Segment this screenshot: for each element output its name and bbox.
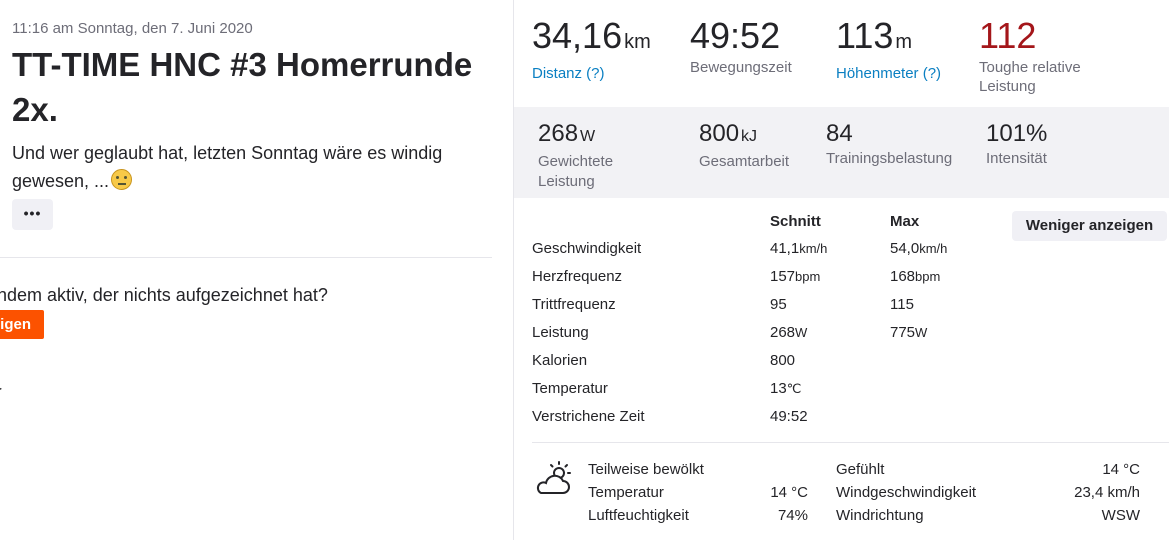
caret-icon: ▸ bbox=[0, 381, 2, 395]
stat-intensity-value: 101% bbox=[986, 120, 1048, 147]
row-max: 115 bbox=[890, 296, 914, 313]
stat-distance-label[interactable]: Distanz (?) bbox=[532, 64, 651, 83]
row-avg: 41,1km/h bbox=[770, 240, 827, 257]
row-avg-value: 268 bbox=[770, 324, 796, 341]
stat-relative-effort-label: Toughe relative Leistung bbox=[979, 59, 1081, 95]
weather-humidity-value: 74% bbox=[777, 507, 808, 524]
row-avg: 95 bbox=[770, 296, 787, 313]
row-max-value: 115 bbox=[890, 296, 914, 313]
table-row: Leistung 268W 775W bbox=[532, 324, 992, 344]
activity-description: Und wer geglaubt hat, letzten Sonntag wä… bbox=[12, 139, 492, 195]
weather-feels-label: Gefühlt bbox=[836, 461, 885, 478]
row-avg-value: 49:52 bbox=[770, 408, 808, 425]
weather-wind-speed-value: 23,4 km/h bbox=[1074, 484, 1140, 501]
row-name: Trittfrequenz bbox=[532, 296, 616, 313]
row-avg: 49:52 bbox=[770, 408, 808, 425]
table-row: Trittfrequenz 95 115 bbox=[532, 296, 992, 316]
row-avg-value: 95 bbox=[770, 296, 787, 313]
divider bbox=[0, 257, 492, 258]
stat-moving-time: 49:52 Bewegungszeit bbox=[690, 18, 792, 77]
partly-cloudy-icon bbox=[536, 461, 571, 494]
column-header-max: Max bbox=[890, 213, 920, 230]
row-max-value: 168 bbox=[890, 268, 916, 285]
activity-title: TT-TIME HNC #3 Homerrunde 2x. bbox=[12, 46, 473, 128]
stat-distance: 34,16 km Distanz (?) bbox=[532, 18, 651, 83]
activity-summary-panel: 11:16 am Sonntag, den 7. Juni 2020 TT-TI… bbox=[0, 0, 513, 540]
row-avg-unit: km/h bbox=[799, 241, 828, 256]
stat-training-load: 84 Trainingsbelastung bbox=[826, 121, 952, 169]
stat-relative-effort-value: 112 bbox=[979, 15, 1037, 56]
table-row: Herzfrequenz 157bpm 168bpm bbox=[532, 268, 992, 288]
weather-wind-speed-label: Windgeschwindigkeit bbox=[836, 484, 977, 501]
show-less-button[interactable]: Weniger anzeigen bbox=[1012, 211, 1167, 241]
stat-weighted-power-label: Gewichtete Leistung bbox=[538, 153, 614, 190]
stat-distance-value: 34,16 km bbox=[532, 15, 651, 56]
rolling-eyes-emoji-icon bbox=[111, 169, 133, 190]
row-max: 775W bbox=[890, 324, 927, 341]
table-row: Geschwindigkeit 41,1km/h 54,0km/h bbox=[532, 240, 992, 260]
weather-feels-value: 14 °C bbox=[1102, 461, 1140, 478]
row-avg-unit: W bbox=[795, 325, 808, 340]
row-max: 168bpm bbox=[890, 268, 940, 285]
more-options-button[interactable]: ••• bbox=[12, 199, 53, 230]
group-activity-question: andem aktiv, der nichts aufgezeichnet ha… bbox=[0, 285, 328, 305]
divider bbox=[532, 442, 1169, 443]
row-max-unit: km/h bbox=[919, 241, 948, 256]
row-avg-value: 41,1 bbox=[770, 240, 800, 257]
row-avg: 268W bbox=[770, 324, 807, 341]
stat-elevation-value: 113 m bbox=[836, 15, 913, 56]
stat-elevation: 113 m Höhenmeter (?) bbox=[836, 18, 941, 83]
description-text: Und wer geglaubt hat, letzten Sonntag wä… bbox=[12, 143, 443, 191]
row-max-unit: W bbox=[915, 325, 928, 340]
row-name: Temperatur bbox=[532, 380, 608, 397]
stat-total-work: 800 kJ Gesamtarbeit bbox=[699, 121, 789, 172]
table-row: Temperatur 13℃ bbox=[532, 380, 992, 400]
stat-elevation-label[interactable]: Höhenmeter (?) bbox=[836, 64, 941, 83]
stat-moving-time-label: Bewegungszeit bbox=[690, 59, 792, 76]
weather-humidity-label: Luftfeuchtigkeit bbox=[588, 507, 689, 524]
activity-datetime: 11:16 am Sonntag, den 7. Juni 2020 bbox=[12, 20, 253, 37]
row-avg-value: 13 bbox=[770, 380, 787, 397]
row-avg-unit: bpm bbox=[795, 269, 821, 284]
stat-relative-effort: 112 Toughe relative Leistung bbox=[979, 18, 1129, 96]
row-avg-value: 800 bbox=[770, 352, 796, 369]
row-name: Verstrichene Zeit bbox=[532, 408, 645, 425]
stat-weighted-power: 268 W Gewichtete Leistung bbox=[538, 121, 648, 192]
row-max-value: 54,0 bbox=[890, 240, 920, 257]
row-avg: 13℃ bbox=[770, 380, 801, 397]
row-avg-value: 157 bbox=[770, 268, 796, 285]
weather-temp-value: 14 °C bbox=[770, 484, 808, 501]
stat-training-load-label: Trainingsbelastung bbox=[826, 150, 953, 167]
secondary-stats-box: 268 W Gewichtete Leistung 800 kJ Gesamtarb… bbox=[514, 107, 1169, 198]
table-row: Kalorien 800 bbox=[532, 352, 992, 372]
row-avg: 157bpm bbox=[770, 268, 820, 285]
show-button[interactable]: igen bbox=[0, 310, 44, 339]
stat-training-load-value: 84 bbox=[826, 120, 853, 147]
stat-weighted-power-value: 268 W bbox=[538, 120, 596, 147]
row-avg-unit: ℃ bbox=[786, 381, 802, 396]
row-max-unit: bpm bbox=[915, 269, 941, 284]
row-max-value: 775 bbox=[890, 324, 916, 341]
weather-wind-dir-value: WSW bbox=[1101, 507, 1140, 524]
column-header-avg: Schnitt bbox=[770, 213, 821, 230]
row-avg: 800 bbox=[770, 352, 795, 369]
weather-temp-label: Temperatur bbox=[588, 484, 664, 501]
row-name: Geschwindigkeit bbox=[532, 240, 642, 257]
row-name: Herzfrequenz bbox=[532, 268, 623, 285]
activity-stats-panel: 34,16 km Distanz (?) 49:52 Bewegungszeit … bbox=[513, 0, 1169, 540]
row-max: 54,0km/h bbox=[890, 240, 947, 257]
weather-condition: Teilweise bewölkt bbox=[588, 461, 704, 478]
stat-intensity-label: Intensität bbox=[986, 150, 1047, 167]
weather-wind-dir-label: Windrichtung bbox=[836, 507, 924, 524]
row-name: Leistung bbox=[532, 324, 589, 341]
table-row: Verstrichene Zeit 49:52 bbox=[532, 408, 992, 428]
stat-moving-time-value: 49:52 bbox=[690, 15, 781, 56]
stat-total-work-label: Gesamtarbeit bbox=[699, 153, 790, 170]
stat-total-work-value: 800 kJ bbox=[699, 120, 758, 147]
row-name: Kalorien bbox=[532, 352, 588, 369]
stat-intensity: 101% Intensität bbox=[986, 121, 1047, 169]
